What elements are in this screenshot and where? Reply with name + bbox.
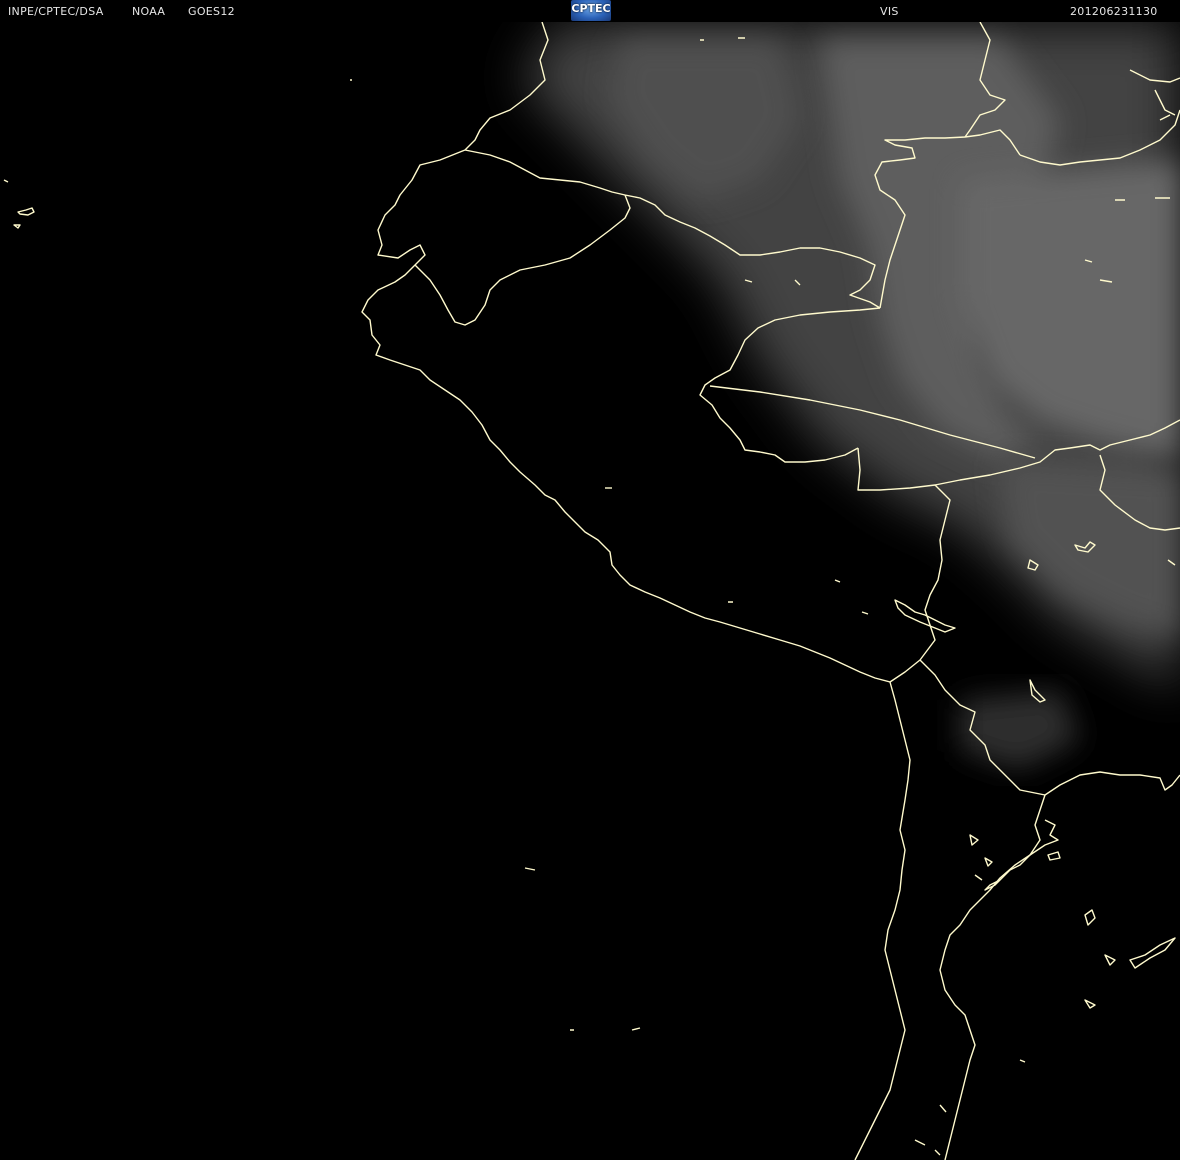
border-ecuador-peru xyxy=(414,194,631,326)
small-3 xyxy=(728,579,869,615)
lake-7 xyxy=(1129,937,1176,969)
cptec-logo-icon: CPTEC xyxy=(571,0,611,21)
border-argentina-chile xyxy=(939,794,1046,1160)
logo-text: CPTEC xyxy=(571,2,611,15)
coastline-chile xyxy=(854,681,911,1160)
small-4 xyxy=(524,867,641,1031)
lake-titicaca xyxy=(894,599,956,633)
lake-13 xyxy=(1047,851,1061,861)
channel-label: VIS xyxy=(880,5,899,18)
satellite-label: GOES12 xyxy=(188,5,235,18)
lake-12 xyxy=(969,834,993,881)
timestamp-label: 201206231130 xyxy=(1070,5,1158,18)
agency-label: NOAA xyxy=(132,5,166,18)
small-5 xyxy=(3,79,352,183)
satellite-map xyxy=(3,21,1180,1160)
small-8 xyxy=(914,1104,947,1156)
lake-11 xyxy=(984,819,1059,891)
border-bolivia-argentina xyxy=(1044,771,1180,796)
island-galapagos-2 xyxy=(13,224,21,229)
lake-6 xyxy=(1104,954,1116,966)
lake-4 xyxy=(1084,909,1096,926)
lake-5 xyxy=(1084,999,1096,1009)
cloud-cover xyxy=(520,22,1180,770)
island-galapagos-1 xyxy=(17,207,35,216)
institution-label: INPE/CPTEC/DSA xyxy=(8,5,104,18)
